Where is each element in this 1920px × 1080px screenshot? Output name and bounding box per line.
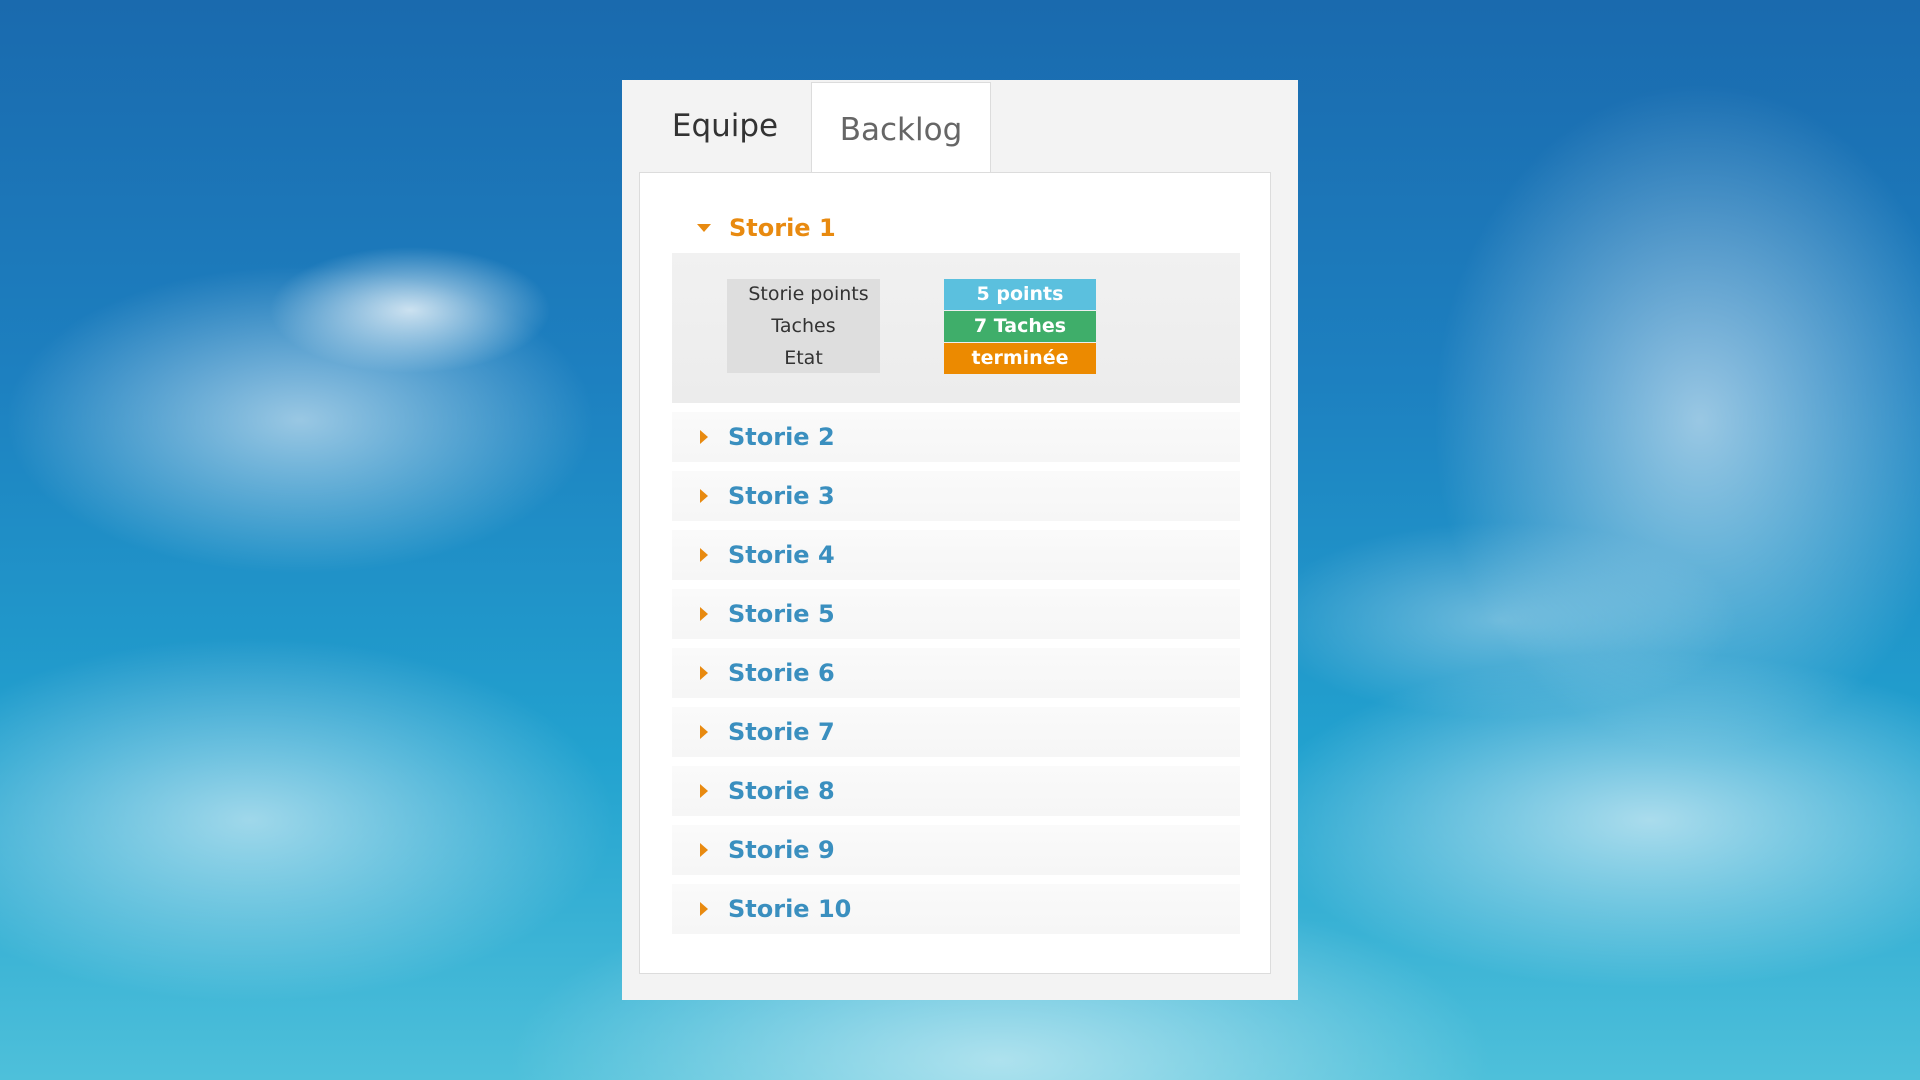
caret-right-icon bbox=[700, 548, 708, 562]
story-title: Storie 7 bbox=[728, 718, 835, 746]
points-badge: 5 points bbox=[944, 279, 1096, 310]
story-title: Storie 10 bbox=[728, 895, 852, 923]
backlog-content: Storie 1 Storie points Taches Etat 5 poi… bbox=[639, 172, 1271, 974]
detail-values: 5 points 7 Taches terminée bbox=[944, 279, 1096, 375]
story-header-10[interactable]: Storie 10 bbox=[672, 884, 1240, 934]
story-header-3[interactable]: Storie 3 bbox=[672, 471, 1240, 521]
caret-right-icon bbox=[700, 489, 708, 503]
story-title: Storie 9 bbox=[728, 836, 835, 864]
story-title: Storie 1 bbox=[729, 214, 836, 242]
story-title: Storie 6 bbox=[728, 659, 835, 687]
story-header-5[interactable]: Storie 5 bbox=[672, 589, 1240, 639]
tab-backlog[interactable]: Backlog bbox=[811, 82, 991, 176]
story-header-4[interactable]: Storie 4 bbox=[672, 530, 1240, 580]
stories-accordion: Storie 1 Storie points Taches Etat 5 poi… bbox=[672, 203, 1240, 943]
caret-right-icon bbox=[700, 607, 708, 621]
story-details: Storie points Taches Etat 5 points 7 Tac… bbox=[672, 253, 1240, 403]
story-header-7[interactable]: Storie 7 bbox=[672, 707, 1240, 757]
tab-bar: Equipe Backlog bbox=[639, 80, 991, 176]
story-header-9[interactable]: Storie 9 bbox=[672, 825, 1240, 875]
caret-right-icon bbox=[700, 725, 708, 739]
story-header-6[interactable]: Storie 6 bbox=[672, 648, 1240, 698]
story-title: Storie 3 bbox=[728, 482, 835, 510]
story-title: Storie 5 bbox=[728, 600, 835, 628]
caret-right-icon bbox=[700, 430, 708, 444]
caret-right-icon bbox=[700, 666, 708, 680]
tasks-label: Taches bbox=[771, 315, 836, 337]
storie-points-label: Storie points bbox=[748, 283, 869, 305]
caret-right-icon bbox=[700, 784, 708, 798]
story-header-8[interactable]: Storie 8 bbox=[672, 766, 1240, 816]
story-title: Storie 8 bbox=[728, 777, 835, 805]
backlog-panel: Equipe Backlog Storie 1 Storie points Ta… bbox=[622, 80, 1298, 1000]
caret-down-icon bbox=[697, 224, 711, 232]
story-header-2[interactable]: Storie 2 bbox=[672, 412, 1240, 462]
caret-right-icon bbox=[700, 902, 708, 916]
caret-right-icon bbox=[700, 843, 708, 857]
tasks-badge: 7 Taches bbox=[944, 311, 1096, 342]
story-title: Storie 4 bbox=[728, 541, 835, 569]
story-title: Storie 2 bbox=[728, 423, 835, 451]
detail-labels: Storie points Taches Etat bbox=[727, 279, 880, 373]
story-header-1[interactable]: Storie 1 bbox=[672, 203, 1240, 253]
tab-equipe[interactable]: Equipe bbox=[639, 80, 811, 172]
state-badge: terminée bbox=[944, 343, 1096, 374]
state-label: Etat bbox=[784, 347, 823, 369]
